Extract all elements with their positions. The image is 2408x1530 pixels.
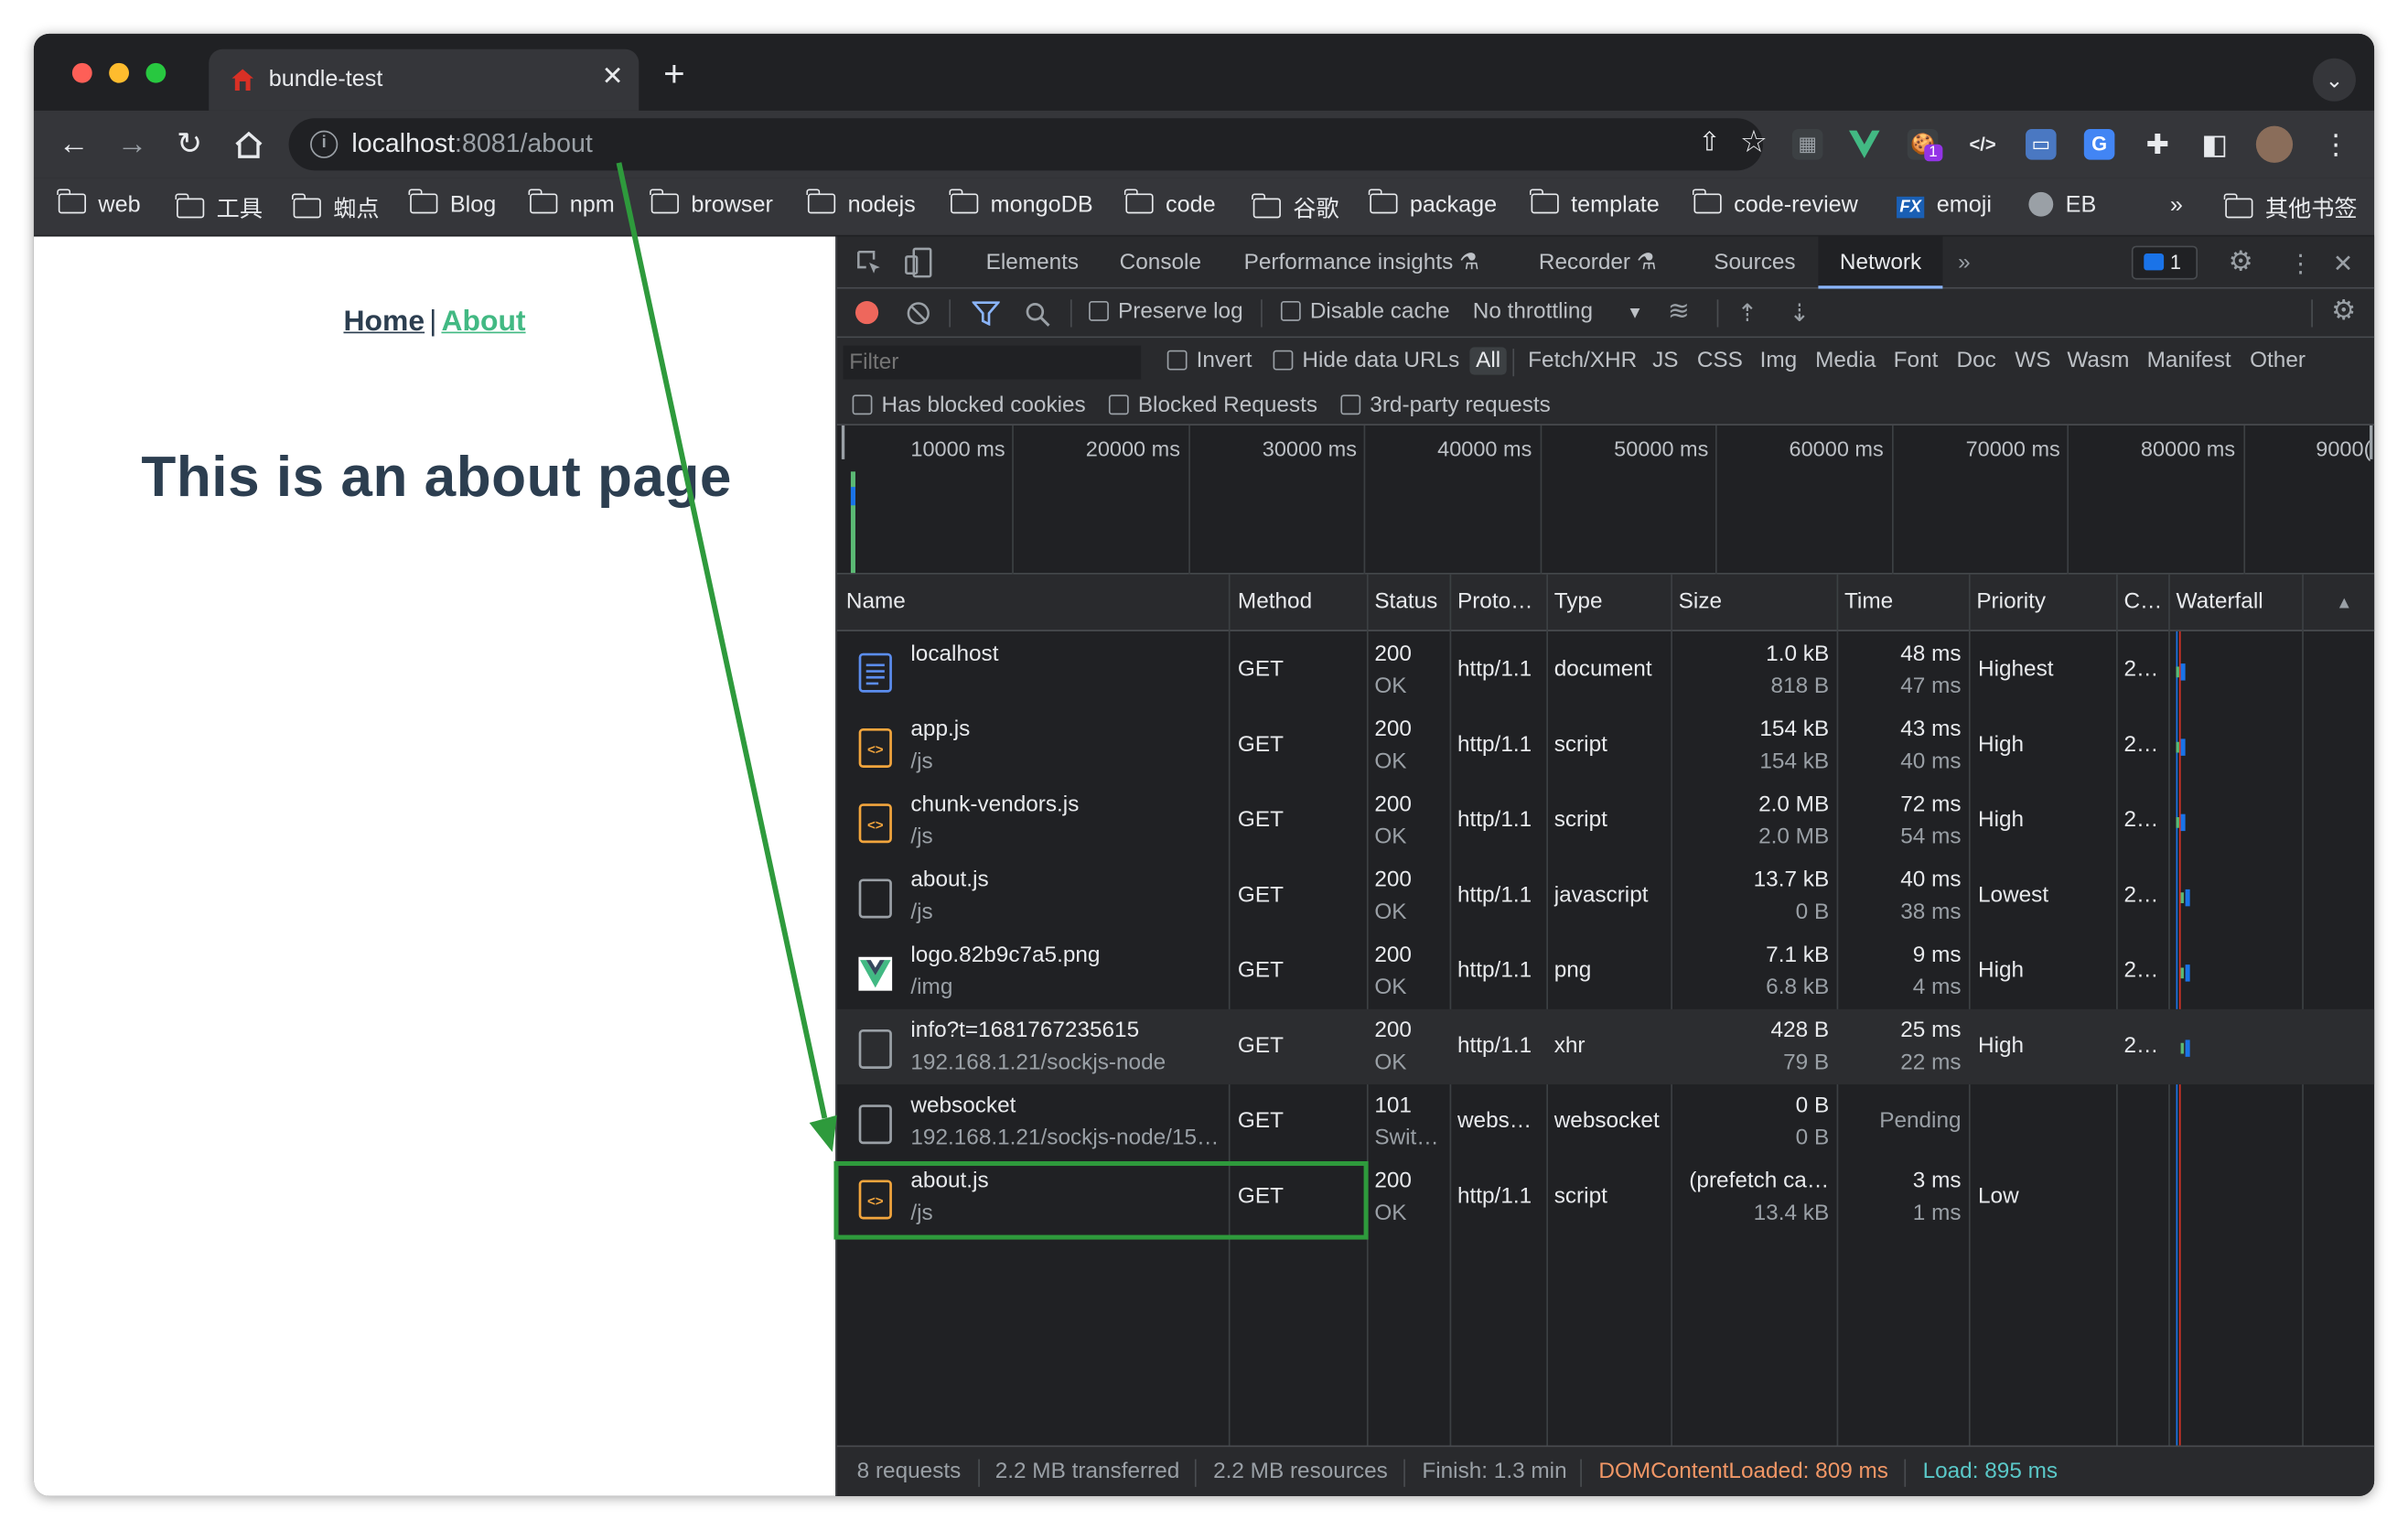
annotation-arrow-head — [809, 1115, 837, 1152]
annotation-arrow-line — [616, 162, 828, 1119]
screenshot: bundle-test ✕ + ⌄ ← → ↻ i localhost:8081… — [0, 0, 2408, 1530]
annotation-arrow — [616, 162, 837, 1152]
